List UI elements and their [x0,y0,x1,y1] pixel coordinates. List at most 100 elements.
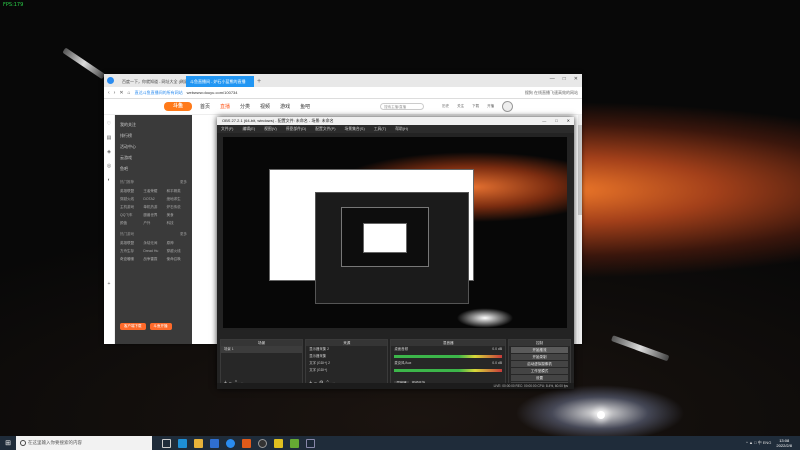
category-link[interactable]: 穿越火线 [167,249,187,254]
back-icon[interactable]: ‹ [108,90,110,96]
menu-docks[interactable]: 停靠部件(D) [286,125,306,133]
sidebar-item-rank[interactable]: 排行榜 [120,130,187,141]
yellow-app-icon[interactable] [274,438,283,448]
category-link[interactable]: 英雄联盟 [120,189,140,194]
clock[interactable]: 13:08 2022/2/8 [776,438,792,448]
virtual-camera-button[interactable]: 启动虚拟摄像机 [511,361,568,367]
address-search-hint[interactable]: 搜狗 在线直播飞速高效的网站 [525,90,578,96]
category-link[interactable]: 英雄联盟 [120,241,140,246]
category-link[interactable]: 方舟生存 [120,249,140,254]
store-icon[interactable] [210,438,219,448]
sidebar-item-yuba[interactable]: 鱼吧 [120,163,187,174]
nav-games[interactable]: 游戏 [280,103,290,110]
studio-mode-button[interactable]: 工作室模式 [511,368,568,374]
scrollbar-thumb[interactable] [578,125,582,215]
browser-app-icon[interactable] [226,438,235,448]
menu-scene-collection[interactable]: 场景集合(S) [344,125,364,133]
obs-app-icon[interactable] [258,438,267,448]
new-tab-button[interactable]: + [254,76,264,87]
source-item[interactable]: 文字 (GDI+) [306,367,387,374]
obs-close-button[interactable]: ✕ [567,117,570,125]
taskbar-search-input[interactable]: 在这里输入你要搜索的内容 [16,436,152,450]
browser-tab-active[interactable]: 斗鱼直播间 - 炉石小蓝熊的直播 [186,76,254,87]
sidebar-item-events[interactable]: 活动中心 [120,141,187,152]
nav-video[interactable]: 视频 [260,103,270,110]
heart-icon[interactable]: ♡ [107,121,111,127]
steam-icon[interactable] [306,438,315,448]
section-more-link[interactable]: 更多 [180,232,187,237]
category-link[interactable]: 王者荣耀 [143,189,163,194]
volume-meter[interactable] [394,369,503,372]
menu-view[interactable]: 视图(V) [264,125,277,133]
category-link[interactable]: 使命召唤 [167,257,187,262]
category-link[interactable]: 颜值 [120,221,140,226]
nav-yuba[interactable]: 鱼吧 [300,103,310,110]
nav-category[interactable]: 分类 [240,103,250,110]
menu-profile[interactable]: 配置文件(P) [315,125,335,133]
category-link[interactable]: 科技 [167,221,187,226]
client-download-button[interactable]: 客户端下载 [120,323,146,330]
category-link[interactable]: 和平精英 [167,189,187,194]
source-item[interactable]: 文字 (GDI+) 2 [306,360,387,367]
douyu-logo[interactable]: 斗鱼 [164,102,192,111]
menu-tools[interactable]: 工具(T) [374,125,386,133]
category-link[interactable]: 原神 [167,241,187,246]
home-icon[interactable]: ⌂ [128,90,131,96]
game-app-icon[interactable] [290,438,299,448]
category-link[interactable]: 战争雷霆 [143,257,163,262]
edge-icon[interactable] [178,438,187,448]
minimize-button[interactable]: — [550,76,555,82]
start-recording-button[interactable]: 开始录制 [511,354,568,360]
file-explorer-icon[interactable] [194,438,203,448]
stop-icon[interactable]: ✕ [119,90,123,96]
nav-home[interactable]: 首页 [200,103,210,110]
sidebar-item-follow[interactable]: 我的关注 [120,119,187,130]
history-link[interactable]: 历史 [442,104,449,109]
category-link[interactable]: 绝地求生 [167,197,187,202]
sidebar-item-cloud[interactable]: 云游戏 [120,152,187,163]
start-live-button[interactable]: 斗鱼开播 [149,323,172,330]
menu-help[interactable]: 帮助(H) [395,125,408,133]
category-link[interactable]: 美食 [167,213,187,218]
orange-app-icon[interactable] [242,438,251,448]
download-link[interactable]: 下载 [472,104,479,109]
browser-tab[interactable]: 百度一下，你就知道 - 网址大全 (刷屏版) [118,76,186,87]
close-button[interactable]: ✕ [574,76,578,82]
category-link[interactable]: 单机热游 [143,205,163,210]
category-link[interactable]: 炉石传说 [167,205,187,210]
menu-file[interactable]: 文件(F) [221,125,233,133]
category-link[interactable]: 永劫无间 [143,241,163,246]
settings-button[interactable]: 设置 [511,375,568,381]
start-live-link[interactable]: 开播 [487,104,494,109]
scrollbar[interactable] [578,115,582,344]
scene-item[interactable]: 场景 1 [221,346,303,353]
category-link[interactable]: DOTA2 [143,197,163,202]
category-link[interactable]: 奇迹暖暖 [120,257,140,262]
follow-link[interactable]: 关注 [457,104,464,109]
category-link[interactable]: 户外 [143,221,163,226]
source-item[interactable]: 显示器采集 2 [306,346,387,353]
task-view-icon[interactable] [162,438,171,448]
forward-icon[interactable]: › [114,90,116,96]
category-link[interactable]: 主机游戏 [120,205,140,210]
section-more-link[interactable]: 更多 [180,180,187,185]
windows-start-icon[interactable]: ⊞ [0,439,16,447]
obs-maximize-button[interactable]: □ [555,117,557,125]
source-item[interactable]: 显示器采集 [306,353,387,360]
chart-icon[interactable]: ▤ [107,135,112,141]
url-field[interactable]: webwww.douyu.com/100734 [187,90,238,95]
category-link[interactable]: Dread Hu [143,249,163,254]
gift-icon[interactable]: ◈ [107,149,111,155]
category-link[interactable]: QQ飞车 [120,213,140,218]
gamepad-icon[interactable]: ◎ [107,163,111,169]
chat-icon[interactable]: ◐ [107,177,110,183]
site-search-input[interactable]: 搜索主播/直播 [380,103,425,110]
avatar[interactable] [502,101,514,112]
category-link[interactable]: 穿越火线 [120,197,140,202]
maximize-button[interactable]: □ [563,76,566,82]
plus-icon[interactable]: + [108,281,111,287]
tray-icons[interactable]: ^ ▲ □ 中 ENG [746,440,771,446]
nav-live[interactable]: 直播 [220,103,230,110]
obs-minimize-button[interactable]: — [542,117,546,125]
obs-preview[interactable] [223,137,567,328]
